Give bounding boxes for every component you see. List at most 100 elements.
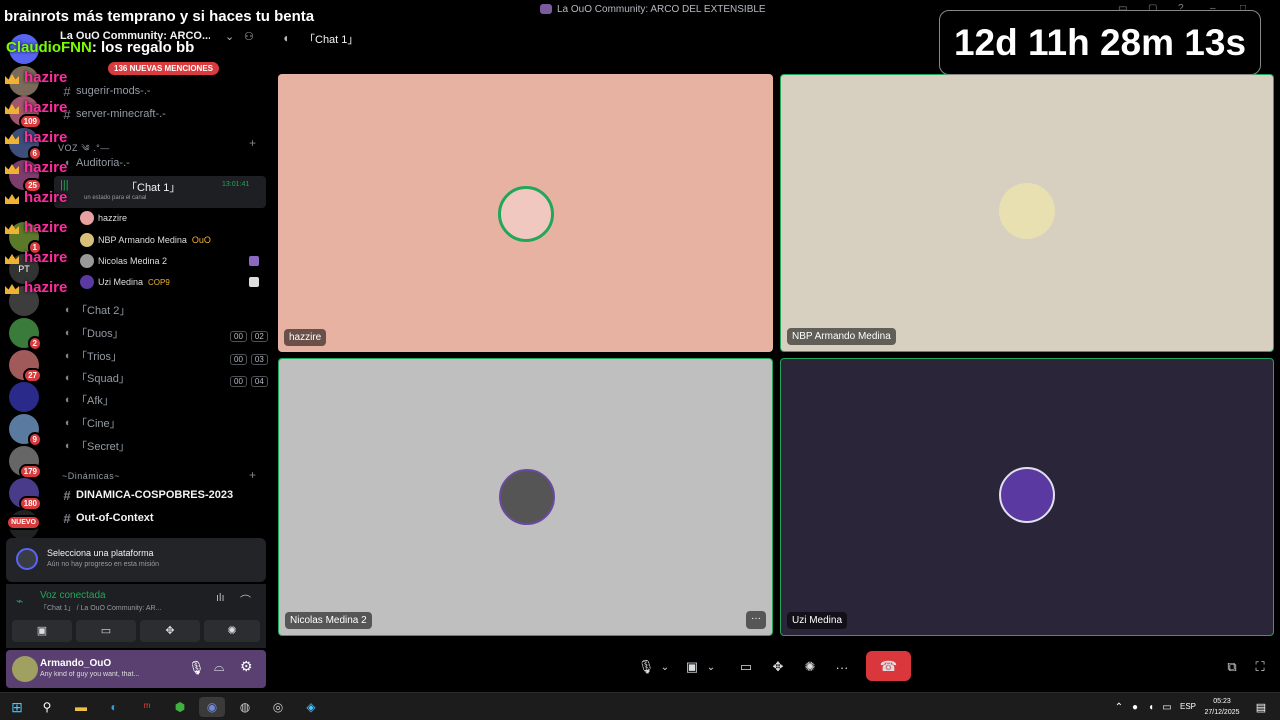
voice-user[interactable]: hazzire xyxy=(80,208,127,228)
voice-channel[interactable]: ◖ 「Squad」 xyxy=(58,368,130,388)
pop-out-icon[interactable]: ⧉ xyxy=(1222,654,1242,680)
voice-panel: ⌁ Voz conectada 「Chat 1」 / La OuO Commun… xyxy=(6,584,266,648)
category-dinamicas[interactable]: ~Dinámicas~ xyxy=(62,471,120,481)
guild-icon[interactable]: 180 xyxy=(9,478,42,511)
hang-up-button[interactable]: ☎ xyxy=(866,651,911,681)
video-tile[interactable]: Nicolas Medina 2 ··· xyxy=(278,358,773,636)
guild-badge: 109 xyxy=(18,114,42,129)
voice-channel[interactable]: ◖ 「Chat 2」 xyxy=(58,300,131,320)
app-icon[interactable]: ◍ xyxy=(234,697,256,717)
chevron-down-icon[interactable]: ⌄ xyxy=(225,30,234,43)
overlay-mention: hazire xyxy=(24,159,68,176)
chevron-down-icon[interactable]: ⌄ xyxy=(658,654,672,680)
microphone-icon[interactable]: 🎙︎ xyxy=(188,660,205,676)
avatar xyxy=(499,469,555,525)
voice-channel[interactable]: ◖ 「Duos」 xyxy=(58,323,124,343)
signal-icon: ⌁ xyxy=(16,594,24,608)
avatar xyxy=(80,254,94,268)
overlay-chat: ClaudioFNN: los regalo bb xyxy=(6,39,194,56)
video-tile[interactable]: NBP Armando Medina xyxy=(780,74,1274,352)
app-icon[interactable]: ᵐ xyxy=(136,697,158,717)
guild-badge: 9 xyxy=(27,432,42,447)
voice-channel[interactable]: ◖ Auditoria-.- xyxy=(58,153,130,173)
voice-user[interactable]: Uzi Medina COP9 xyxy=(80,272,170,292)
activity-icon xyxy=(249,277,259,287)
screen-share-button[interactable]: ▭ xyxy=(76,620,136,642)
search-icon[interactable]: ⚲ xyxy=(36,697,58,717)
noise-suppression-icon[interactable]: ılı xyxy=(216,592,225,604)
hash-icon: # xyxy=(63,487,71,503)
camera-off-button[interactable]: ▣ xyxy=(12,620,72,642)
window-title: La OuO Community: ARCO DEL EXTENSIBLE xyxy=(540,4,766,15)
discord-icon[interactable]: ◉ xyxy=(199,697,225,717)
avatar[interactable] xyxy=(12,656,38,682)
voice-channel[interactable]: ◖ 「Secret」 xyxy=(58,436,130,456)
edge-icon[interactable]: ◐ xyxy=(103,697,125,717)
app-icon[interactable]: ⬢ xyxy=(169,697,191,717)
voice-channel[interactable]: ◖ 「Afk」 xyxy=(58,390,114,410)
camera-off-icon[interactable]: ▣ xyxy=(678,654,706,680)
chat-message: : los regalo bb xyxy=(91,39,195,56)
channel-sidebar: La OuO Community: ARCO... ⌄ ⚇ 136 NUEVAS… xyxy=(50,28,272,538)
voice-user[interactable]: NBP Armando Medina OuO xyxy=(80,230,211,250)
avatar xyxy=(999,183,1055,239)
guild-icon[interactable]: NUEVO xyxy=(6,510,41,540)
channel-status: un estado para el canal xyxy=(84,195,147,201)
language-indicator[interactable]: ESP xyxy=(1180,702,1196,711)
gear-icon[interactable]: ⚙ xyxy=(240,658,253,675)
headphones-icon[interactable]: ⌓ xyxy=(214,659,224,675)
speaker-icon: ◖ xyxy=(63,394,71,406)
add-member-icon[interactable]: ⚇ xyxy=(244,30,254,43)
quest-card[interactable]: Selecciona una plataforma Aún no hay pro… xyxy=(6,538,266,582)
video-tile[interactable]: hazzire xyxy=(278,74,773,352)
steam-icon[interactable]: ◈ xyxy=(300,697,322,717)
disconnect-icon[interactable]: ⌒ xyxy=(240,592,251,608)
add-channel-icon[interactable]: + xyxy=(249,468,256,482)
add-channel-icon[interactable]: + xyxy=(249,136,256,150)
guild-icon[interactable]: 9 xyxy=(9,414,42,447)
more-options-icon[interactable]: ··· xyxy=(746,611,766,629)
overlay-mention: hazire xyxy=(24,219,68,236)
text-channel[interactable]: # server-minecraft-.- xyxy=(58,104,165,124)
voice-status: Voz conectada xyxy=(40,590,106,601)
chevron-down-icon[interactable]: ⌄ xyxy=(704,654,718,680)
activity-icon xyxy=(249,256,259,266)
network-icon[interactable]: ▭ xyxy=(1156,697,1178,717)
voice-detail[interactable]: 「Chat 1」 / La OuO Community: AR... xyxy=(40,603,161,613)
overlay-mention: hazire xyxy=(24,189,68,206)
voice-channel[interactable]: ◖ 「Trios」 xyxy=(58,346,122,366)
guild-icon[interactable]: 27 xyxy=(9,350,42,383)
avatar xyxy=(80,275,94,289)
username[interactable]: Armando_OuO xyxy=(40,658,111,669)
guild-icon[interactable]: 179 xyxy=(9,446,42,479)
text-channel[interactable]: # DINAMICA-COSPOBRES-2023 xyxy=(58,485,233,505)
obs-icon[interactable]: ◎ xyxy=(267,697,289,717)
active-voice-channel[interactable]: ||| 「Chat 1」 13:01:41 un estado para el … xyxy=(54,176,266,208)
overlay-banner: brainrots más temprano y si haces tu ben… xyxy=(4,8,315,25)
clock[interactable]: 05:23 27/12/2025 xyxy=(1200,696,1244,718)
soundboard-button[interactable]: ✺ xyxy=(204,620,260,642)
fullscreen-icon[interactable]: ⛶ xyxy=(1250,654,1270,680)
guild-badge: 179 xyxy=(18,464,42,479)
windows-start-icon[interactable]: ⊞ xyxy=(6,697,28,717)
microphone-icon[interactable]: 🎙︎ xyxy=(632,654,660,680)
notifications-icon[interactable]: ▤ xyxy=(1250,697,1272,717)
activities-icon[interactable]: ✥ xyxy=(766,654,790,680)
text-channel[interactable]: # Out-of-Context xyxy=(58,508,153,528)
text-channel[interactable]: # sugerir-mods-.- xyxy=(58,81,150,101)
voice-channel[interactable]: ◖ 「Cine」 xyxy=(58,413,121,433)
guild-icon[interactable]: 2 xyxy=(9,318,42,351)
soundboard-icon[interactable]: ✺ xyxy=(798,654,822,680)
screen-share-icon[interactable]: ▭ xyxy=(734,654,758,680)
video-tile[interactable]: Uzi Medina xyxy=(780,358,1274,636)
hash-icon: # xyxy=(63,510,71,526)
speaker-icon: ◖ xyxy=(63,372,71,384)
more-icon[interactable]: ··· xyxy=(830,654,854,680)
file-explorer-icon[interactable]: ▬ xyxy=(70,697,92,717)
voice-limit: 00 04 xyxy=(226,371,268,389)
voice-user[interactable]: Nicolas Medina 2 xyxy=(80,251,167,271)
guild-icon[interactable] xyxy=(9,382,39,412)
mentions-badge[interactable]: 136 NUEVAS MENCIONES xyxy=(108,62,219,75)
activities-button[interactable]: ✥ xyxy=(140,620,200,642)
quest-icon xyxy=(16,548,38,570)
